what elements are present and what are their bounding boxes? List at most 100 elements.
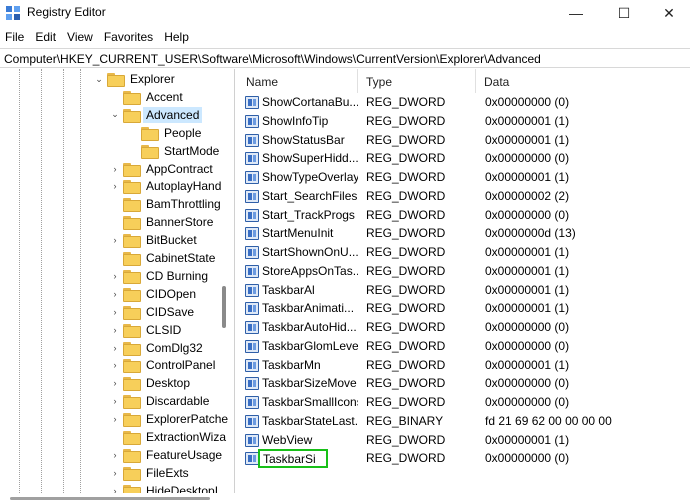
value-name: TaskbarAnimati... [262, 301, 355, 316]
tree-item[interactable]: ⌄ Explorer [92, 70, 178, 88]
tree-item[interactable]: › Desktop [108, 374, 193, 392]
value-row[interactable]: StartShownOnU... REG_DWORD 0x00000001 (1) [238, 243, 690, 262]
tree-item[interactable]: › BitBucket [108, 231, 200, 249]
tree-item[interactable]: CabinetState [108, 249, 218, 267]
column-header-type[interactable]: Type [358, 69, 476, 93]
expand-chevron-icon[interactable]: › [108, 450, 122, 460]
tree-item[interactable]: › FeatureUsage [108, 446, 225, 464]
values-list[interactable]: Name Type Data ShowCortanaBu... REG_DWORD… [238, 69, 690, 493]
value-row[interactable]: TaskbarStateLast... REG_BINARY fd 21 69 62… [238, 412, 690, 431]
folder-icon [122, 108, 141, 123]
tree-item[interactable]: › AutoplayHand [108, 177, 224, 195]
expand-chevron-icon[interactable]: ⌄ [92, 74, 106, 85]
tree-item[interactable]: › Discardable [108, 392, 212, 410]
tree-scrollbar-thumb[interactable] [222, 286, 226, 328]
expand-chevron-icon[interactable]: › [108, 414, 122, 424]
value-row[interactable]: TaskbarAutoHid... REG_DWORD 0x00000000 (0) [238, 318, 690, 337]
value-row[interactable]: StartMenuInit REG_DWORD 0x0000000d (13) [238, 224, 690, 243]
value-row[interactable]: ShowStatusBar REG_DWORD 0x00000001 (1) [238, 131, 690, 150]
tree-item[interactable]: ExtractionWiza [108, 428, 229, 446]
minimize-button[interactable]: — [553, 0, 599, 26]
menu-help[interactable]: Help [159, 26, 195, 48]
value-data: 0x00000000 (0) [485, 376, 570, 391]
value-row[interactable]: TaskbarSmallIcons REG_DWORD 0x00000000 (0) [238, 393, 690, 412]
address-bar[interactable]: Computer\HKEY_CURRENT_USER\Software\Micr… [0, 48, 690, 68]
value-row[interactable]: TaskbarSizeMove REG_DWORD 0x00000000 (0) [238, 374, 690, 393]
address-path[interactable]: Computer\HKEY_CURRENT_USER\Software\Micr… [4, 52, 541, 66]
expand-chevron-icon[interactable]: › [108, 396, 122, 406]
value-row[interactable]: ShowSuperHidd... REG_DWORD 0x00000000 (0) [238, 149, 690, 168]
tree-item-label: CIDSave [146, 304, 195, 319]
menu-favorites[interactable]: Favorites [99, 26, 159, 48]
menu-edit[interactable]: Edit [30, 26, 62, 48]
tree-guide-line [80, 69, 81, 493]
menu-view[interactable]: View [62, 26, 99, 48]
tree-item[interactable]: › ComDlg32 [108, 339, 206, 357]
value-name: TaskbarMn [262, 357, 321, 372]
tree-item[interactable]: › ExplorerPatche [108, 410, 231, 428]
value-type: REG_DWORD [366, 432, 446, 447]
value-data: 0x00000001 (1) [485, 132, 570, 147]
tree-item[interactable]: › CLSID [108, 321, 184, 339]
expand-chevron-icon[interactable]: › [108, 289, 122, 299]
value-name: TaskbarStateLast... [262, 413, 358, 428]
maximize-button[interactable]: ☐ [601, 0, 647, 26]
value-row[interactable]: Start_TrackProgs REG_DWORD 0x00000000 (0) [238, 206, 690, 225]
value-row[interactable]: TaskbarAl REG_DWORD 0x00000001 (1) [238, 281, 690, 300]
value-row[interactable]: ShowInfoTip REG_DWORD 0x00000001 (1) [238, 112, 690, 131]
value-row-renaming[interactable]: TaskbarSi REG_DWORD 0x00000000 (0) [238, 449, 690, 469]
tree-item[interactable]: › HideDesktopI [108, 482, 221, 493]
tree-item[interactable]: › CIDSave [108, 303, 197, 321]
value-type: REG_DWORD [366, 245, 446, 259]
expand-chevron-icon[interactable]: › [108, 271, 122, 281]
tree-item[interactable]: BamThrottling [108, 195, 224, 213]
value-row[interactable]: TaskbarAnimati... REG_DWORD 0x00000001 (1) [238, 299, 690, 318]
registry-editor-icon [6, 6, 20, 20]
tree-item[interactable]: BannerStore [108, 213, 216, 231]
reg-dword-icon [245, 283, 259, 297]
expand-chevron-icon[interactable]: › [108, 164, 122, 174]
expand-chevron-icon[interactable]: › [108, 486, 122, 493]
value-row[interactable]: ShowCortanaBu... REG_DWORD 0x00000000 (0) [238, 93, 690, 112]
expand-chevron-icon[interactable]: › [108, 360, 122, 370]
value-row[interactable]: TaskbarMn REG_DWORD 0x00000001 (1) [238, 356, 690, 375]
tree-item[interactable]: › CIDOpen [108, 285, 199, 303]
tree-item[interactable]: › CD Burning [108, 267, 211, 285]
rename-input[interactable]: TaskbarSi [258, 449, 328, 469]
value-row[interactable]: WebView REG_DWORD 0x00000001 (1) [238, 431, 690, 450]
expand-chevron-icon[interactable]: › [108, 307, 122, 317]
value-row[interactable]: StoreAppsOnTas... REG_DWORD 0x00000001 (1) [238, 262, 690, 281]
value-type: REG_DWORD [366, 320, 446, 334]
expand-chevron-icon[interactable]: › [108, 181, 122, 191]
expand-chevron-icon[interactable]: › [108, 468, 122, 478]
value-type: REG_DWORD [366, 226, 446, 241]
tree-item[interactable]: People [126, 124, 204, 142]
expand-chevron-icon[interactable]: › [108, 343, 122, 353]
tree-item[interactable]: Accent [108, 88, 186, 106]
tree-item-label: BamThrottling [146, 197, 221, 212]
tree-item[interactable]: StartMode [126, 142, 222, 160]
expand-chevron-icon[interactable]: › [108, 325, 122, 335]
expand-chevron-icon[interactable]: › [108, 378, 122, 388]
expand-chevron-icon[interactable]: ⌄ [108, 109, 122, 120]
column-header-name[interactable]: Name [238, 69, 358, 93]
menu-file[interactable]: File [0, 26, 30, 48]
key-tree[interactable]: ⌄ Explorer Accent ⌄ Advanced People StartMode ›… [0, 69, 235, 493]
value-row[interactable]: Start_SearchFiles REG_DWORD 0x00000002 (2) [238, 187, 690, 206]
value-row[interactable]: TaskbarGlomLevel REG_DWORD 0x00000000 (0) [238, 337, 690, 356]
tree-item[interactable]: ⌄ Advanced [108, 106, 203, 124]
value-name: WebView [262, 432, 313, 447]
tree-item[interactable]: › ControlPanel [108, 356, 218, 374]
value-row[interactable]: ShowTypeOverlay REG_DWORD 0x00000001 (1) [238, 168, 690, 187]
column-header-data[interactable]: Data [476, 69, 690, 93]
horizontal-scrollbar-thumb[interactable] [10, 497, 210, 500]
reg-dword-icon [245, 152, 259, 166]
tree-item[interactable]: › FileExts [108, 464, 192, 482]
folder-icon [122, 394, 141, 410]
title-bar: Registry Editor — ☐ ✕ [0, 0, 690, 26]
tree-item[interactable]: › AppContract [108, 160, 216, 178]
expand-chevron-icon[interactable]: › [108, 235, 122, 245]
reg-dword-icon [245, 114, 259, 128]
tree-scrollbar[interactable] [218, 69, 234, 493]
close-button[interactable]: ✕ [646, 0, 690, 26]
